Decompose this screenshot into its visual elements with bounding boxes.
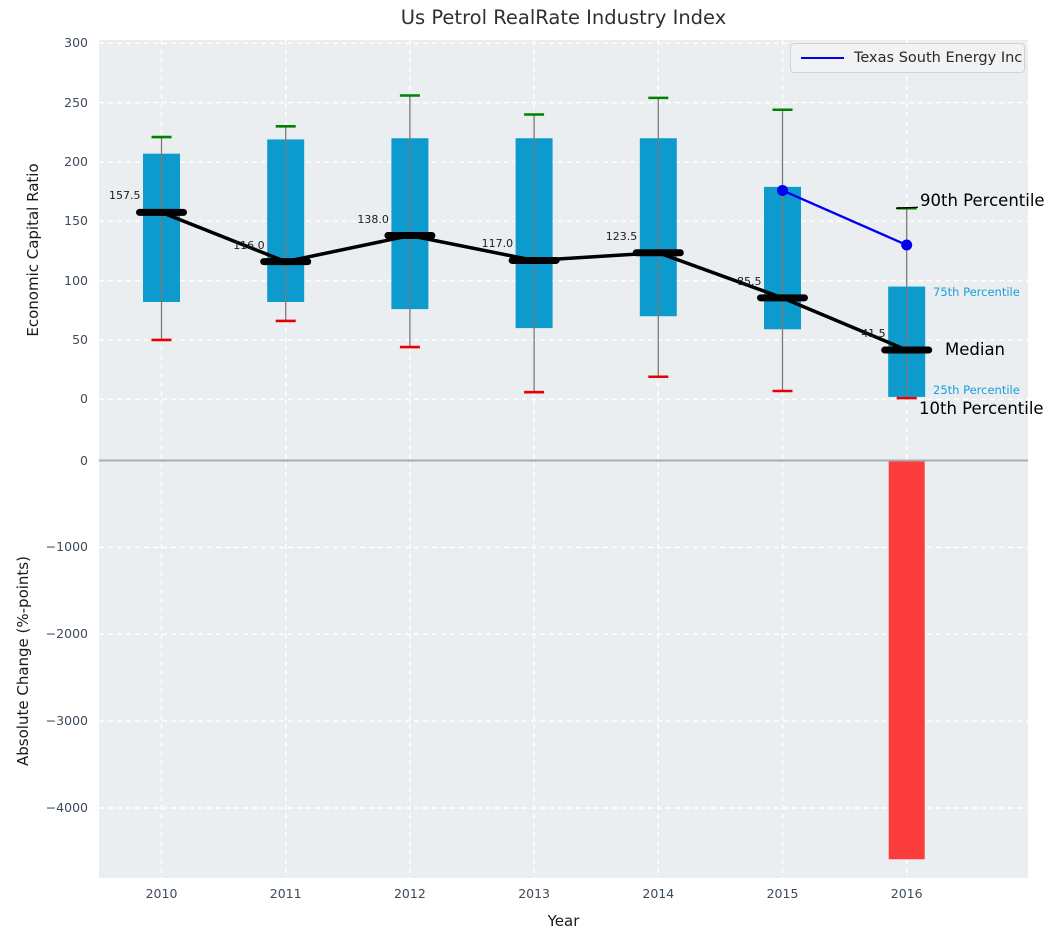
top-y-tick-0: 0 bbox=[80, 391, 88, 407]
chart-canvas bbox=[99, 40, 1028, 878]
median-value-label-2015: 85.5 bbox=[737, 274, 762, 288]
x-tick-2012: 2012 bbox=[393, 886, 426, 901]
median-value-label-2012: 138.0 bbox=[357, 212, 389, 226]
top-y-tick-50: 50 bbox=[72, 331, 88, 347]
change-bar-2016 bbox=[888, 460, 925, 860]
bottom-y-tick--2000: −2000 bbox=[45, 626, 88, 642]
top-y-tick-200: 200 bbox=[64, 153, 88, 169]
top-y-tick-250: 250 bbox=[64, 94, 88, 110]
bottom-y-tick--3000: −3000 bbox=[45, 713, 88, 729]
annotation-75th-percentile: 75th Percentile bbox=[933, 284, 1020, 299]
bottom-y-tick--1000: −1000 bbox=[45, 539, 88, 555]
annotation-median: Median bbox=[945, 340, 1006, 360]
company-marker-2016 bbox=[901, 239, 913, 251]
figure: Us Petrol RealRate Industry Index Econom… bbox=[0, 0, 1054, 942]
x-tick-2010: 2010 bbox=[145, 886, 178, 901]
annotation-25th-percentile: 25th Percentile bbox=[933, 383, 1020, 398]
x-tick-2015: 2015 bbox=[766, 886, 799, 901]
top-y-tick-150: 150 bbox=[64, 213, 88, 229]
bottom-y-tick-0: 0 bbox=[80, 452, 88, 468]
bottom-y-axis-title: Absolute Change (%-points) bbox=[14, 556, 32, 766]
annotation-10th-percentile: 10th Percentile bbox=[919, 398, 1044, 418]
median-value-label-2010: 157.5 bbox=[109, 189, 141, 203]
x-tick-2016: 2016 bbox=[890, 886, 923, 901]
median-value-label-2013: 117.0 bbox=[481, 237, 514, 251]
median-value-label-2011: 116.0 bbox=[233, 238, 265, 252]
company-marker-2015 bbox=[777, 184, 788, 196]
top-y-tick-300: 300 bbox=[64, 35, 88, 51]
x-tick-2011: 2011 bbox=[269, 886, 302, 901]
legend: Texas South Energy Inc bbox=[790, 43, 1025, 73]
median-value-label-2016: 41.5 bbox=[861, 327, 886, 341]
chart-title: Us Petrol RealRate Industry Index bbox=[400, 6, 727, 29]
bottom-y-tick--4000: −4000 bbox=[45, 800, 88, 815]
x-tick-2013: 2013 bbox=[518, 886, 550, 901]
annotation-90th-percentile: 90th Percentile bbox=[920, 190, 1045, 210]
legend-label: Texas South Energy Inc bbox=[854, 50, 1023, 66]
legend-line-swatch bbox=[801, 56, 844, 60]
top-y-axis-title: Economic Capital Ratio bbox=[24, 163, 42, 337]
company-line bbox=[782, 189, 908, 247]
x-tick-2014: 2014 bbox=[642, 886, 675, 901]
top-y-tick-100: 100 bbox=[64, 272, 88, 288]
x-axis-title: Year bbox=[547, 912, 580, 930]
median-value-label-2014: 123.5 bbox=[605, 229, 638, 243]
